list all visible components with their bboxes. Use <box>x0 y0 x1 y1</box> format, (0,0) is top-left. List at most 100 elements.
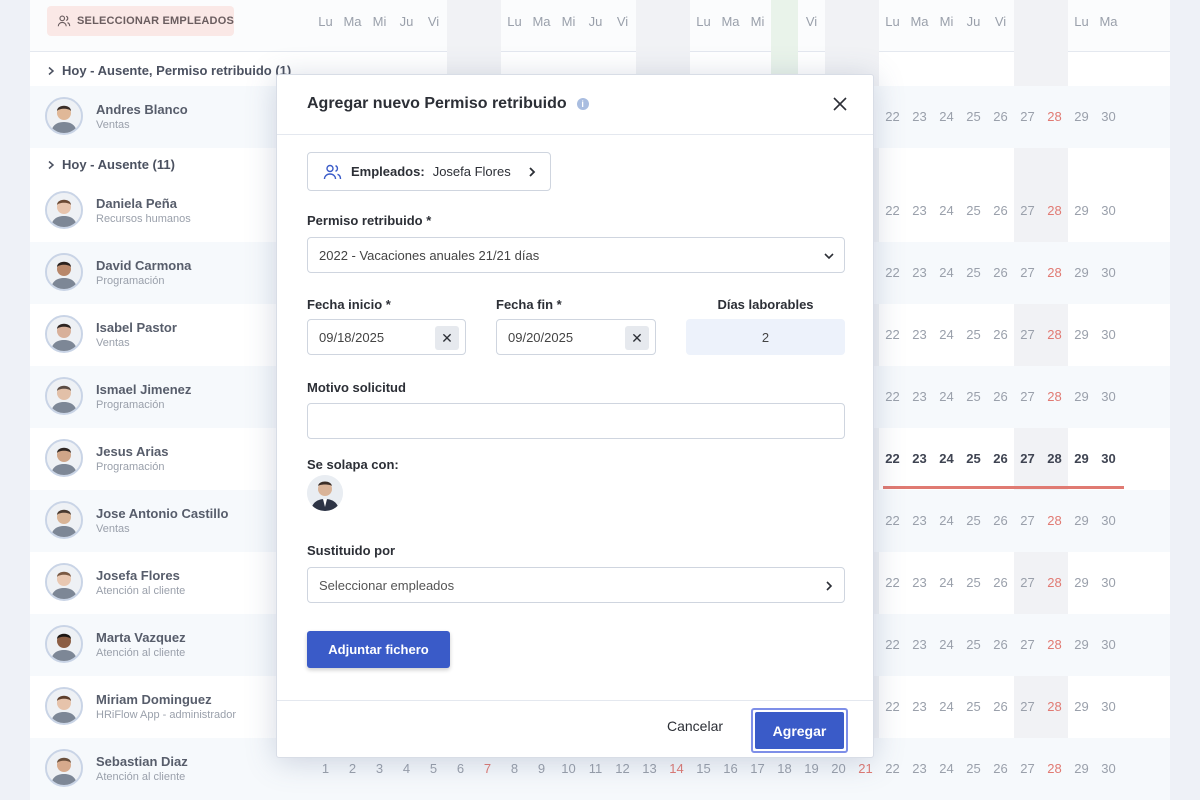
day-cell[interactable]: 22 <box>879 203 906 218</box>
day-cell[interactable]: 25 <box>960 265 987 280</box>
day-cell[interactable]: 30 <box>1095 451 1122 466</box>
day-cell[interactable]: 25 <box>960 513 987 528</box>
day-cell[interactable]: 2 <box>339 761 366 776</box>
day-cell[interactable]: 1 <box>312 761 339 776</box>
day-cell[interactable]: 25 <box>960 575 987 590</box>
day-cell[interactable]: 26 <box>987 265 1014 280</box>
day-cell[interactable]: 25 <box>960 327 987 342</box>
day-cell[interactable]: 27 <box>1014 327 1041 342</box>
day-cell[interactable]: 17 <box>744 761 771 776</box>
day-cell[interactable]: 30 <box>1095 575 1122 590</box>
day-cell[interactable]: 22 <box>879 637 906 652</box>
day-cell[interactable]: 26 <box>987 327 1014 342</box>
day-cell[interactable]: 23 <box>906 389 933 404</box>
day-cell[interactable]: 22 <box>879 265 906 280</box>
day-cell[interactable]: 11 <box>582 761 609 776</box>
day-cell[interactable]: 25 <box>960 761 987 776</box>
day-cell[interactable]: 26 <box>987 389 1014 404</box>
day-cell[interactable]: 30 <box>1095 109 1122 124</box>
day-cell[interactable]: 24 <box>933 389 960 404</box>
day-cell[interactable]: 29 <box>1068 265 1095 280</box>
day-cell[interactable]: 29 <box>1068 327 1095 342</box>
day-cell[interactable]: 18 <box>771 761 798 776</box>
day-cell[interactable]: 29 <box>1068 637 1095 652</box>
leave-type-select[interactable]: 2022 - Vacaciones anuales 21/21 días <box>307 237 845 273</box>
day-cell[interactable]: 30 <box>1095 389 1122 404</box>
day-cell[interactable]: 26 <box>987 109 1014 124</box>
day-cell[interactable]: 27 <box>1014 761 1041 776</box>
close-icon[interactable] <box>829 93 851 115</box>
day-cell[interactable]: 27 <box>1014 513 1041 528</box>
day-cell[interactable]: 25 <box>960 699 987 714</box>
day-cell[interactable]: 29 <box>1068 109 1095 124</box>
day-cell[interactable]: 28 <box>1041 575 1068 590</box>
day-cell[interactable]: 4 <box>393 761 420 776</box>
day-cell[interactable]: 26 <box>987 575 1014 590</box>
day-cell[interactable]: 24 <box>933 699 960 714</box>
start-date-input[interactable]: 09/18/2025 ✕ <box>307 319 466 355</box>
day-cell[interactable]: 23 <box>906 109 933 124</box>
day-cell[interactable]: 30 <box>1095 327 1122 342</box>
day-cell[interactable]: 28 <box>1041 327 1068 342</box>
day-cell[interactable]: 27 <box>1014 389 1041 404</box>
day-cell[interactable]: 26 <box>987 699 1014 714</box>
employees-selector-button[interactable]: Empleados: Josefa Flores <box>307 152 551 191</box>
day-cell[interactable]: 24 <box>933 109 960 124</box>
day-cell[interactable]: 27 <box>1014 265 1041 280</box>
day-cell[interactable]: 25 <box>960 637 987 652</box>
day-cell[interactable]: 30 <box>1095 699 1122 714</box>
day-cell[interactable]: 30 <box>1095 761 1122 776</box>
day-cell[interactable]: 8 <box>501 761 528 776</box>
day-cell[interactable]: 25 <box>960 203 987 218</box>
day-cell[interactable]: 28 <box>1041 699 1068 714</box>
day-cell[interactable]: 29 <box>1068 699 1095 714</box>
day-cell[interactable]: 24 <box>933 637 960 652</box>
day-cell[interactable]: 25 <box>960 109 987 124</box>
select-employees-button[interactable]: SELECCIONAR EMPLEADOS <box>47 6 234 36</box>
day-cell[interactable]: 29 <box>1068 389 1095 404</box>
day-cell[interactable]: 22 <box>879 109 906 124</box>
day-cell[interactable]: 26 <box>987 203 1014 218</box>
day-cell[interactable]: 28 <box>1041 203 1068 218</box>
day-cell[interactable]: 5 <box>420 761 447 776</box>
submit-button[interactable]: Agregar <box>751 708 848 753</box>
day-cell[interactable]: 14 <box>663 761 690 776</box>
day-cell[interactable]: 28 <box>1041 109 1068 124</box>
day-cell[interactable]: 27 <box>1014 451 1041 466</box>
day-cell[interactable]: 26 <box>987 637 1014 652</box>
day-cell[interactable]: 24 <box>933 203 960 218</box>
reason-input[interactable] <box>307 403 845 439</box>
day-cell[interactable]: 29 <box>1068 575 1095 590</box>
cancel-button[interactable]: Cancelar <box>667 718 723 734</box>
attach-file-button[interactable]: Adjuntar fichero <box>307 631 450 668</box>
day-cell[interactable]: 29 <box>1068 203 1095 218</box>
clear-start-date-button[interactable]: ✕ <box>435 326 459 350</box>
day-cell[interactable]: 26 <box>987 451 1014 466</box>
day-cell[interactable]: 27 <box>1014 575 1041 590</box>
day-cell[interactable]: 23 <box>906 327 933 342</box>
day-cell[interactable]: 29 <box>1068 451 1095 466</box>
end-date-input[interactable]: 09/20/2025 ✕ <box>496 319 656 355</box>
day-cell[interactable]: 21 <box>852 761 879 776</box>
day-cell[interactable]: 23 <box>906 513 933 528</box>
day-cell[interactable]: 26 <box>987 513 1014 528</box>
day-cell[interactable]: 30 <box>1095 265 1122 280</box>
day-cell[interactable]: 22 <box>879 699 906 714</box>
day-cell[interactable]: 27 <box>1014 637 1041 652</box>
day-cell[interactable]: 27 <box>1014 203 1041 218</box>
day-cell[interactable]: 30 <box>1095 513 1122 528</box>
day-cell[interactable]: 13 <box>636 761 663 776</box>
day-cell[interactable]: 16 <box>717 761 744 776</box>
day-cell[interactable]: 29 <box>1068 761 1095 776</box>
day-cell[interactable]: 30 <box>1095 637 1122 652</box>
day-cell[interactable]: 10 <box>555 761 582 776</box>
day-cell[interactable]: 9 <box>528 761 555 776</box>
day-cell[interactable]: 26 <box>987 761 1014 776</box>
clear-end-date-button[interactable]: ✕ <box>625 326 649 350</box>
day-cell[interactable]: 23 <box>906 761 933 776</box>
day-cell[interactable]: 15 <box>690 761 717 776</box>
day-cell[interactable]: 22 <box>879 327 906 342</box>
day-cell[interactable]: 28 <box>1041 451 1068 466</box>
day-cell[interactable]: 22 <box>879 513 906 528</box>
overlap-avatar[interactable] <box>307 475 343 511</box>
